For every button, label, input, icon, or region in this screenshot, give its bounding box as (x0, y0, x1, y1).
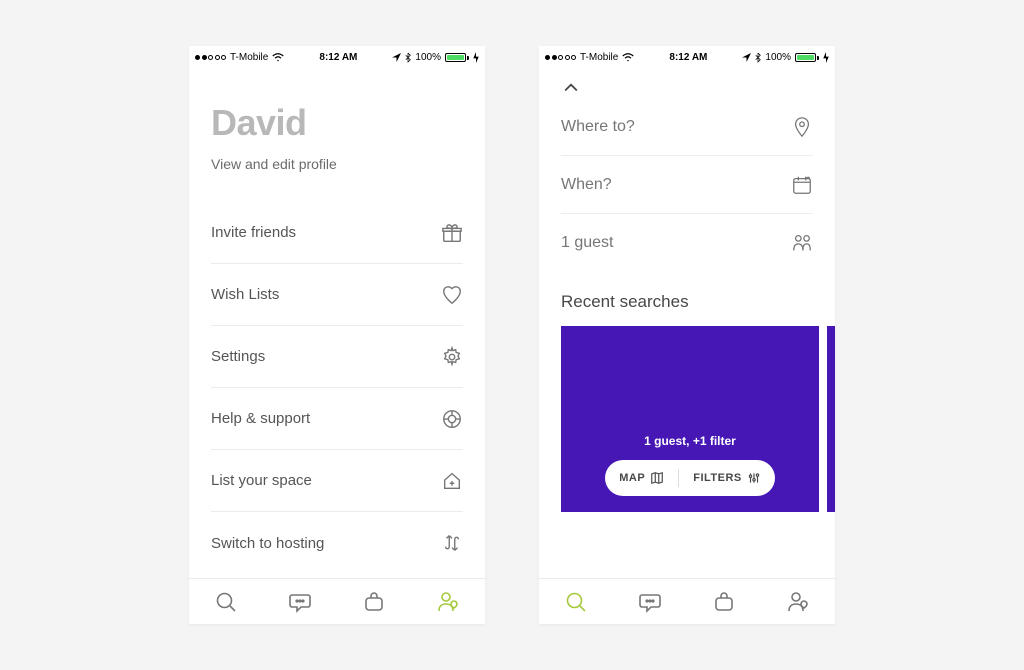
signal-dots-icon (545, 55, 576, 60)
signal-dots-icon (195, 55, 226, 60)
profile-icon (786, 590, 810, 614)
map-icon (650, 471, 664, 485)
search-when-row[interactable]: When? (561, 156, 813, 214)
menu-invite-friends[interactable]: Invite friends (211, 202, 463, 264)
recent-search-card[interactable]: 1 guest, +1 filter MAP FILTERS (561, 326, 819, 512)
chat-icon (638, 590, 662, 614)
menu-switch-hosting[interactable]: Switch to hosting (211, 512, 463, 574)
heart-icon (441, 284, 463, 306)
search-where-row[interactable]: Where to? (561, 98, 813, 156)
tab-explore[interactable] (214, 590, 238, 614)
recent-cards-strip[interactable]: 1 guest, +1 filter MAP FILTERS (539, 326, 835, 512)
menu-wish-lists[interactable]: Wish Lists (211, 264, 463, 326)
search-icon (214, 590, 238, 614)
status-bar: T-Mobile 8:12 AM 100% (189, 46, 485, 66)
wifi-icon (272, 53, 284, 62)
menu-label: Switch to hosting (211, 535, 324, 552)
battery-icon (795, 53, 819, 62)
battery-icon (445, 53, 469, 62)
house-plus-icon (441, 470, 463, 492)
status-bar: T-Mobile 8:12 AM 100% (539, 46, 835, 66)
menu-label: Settings (211, 348, 265, 365)
tab-profile[interactable] (786, 590, 810, 614)
carrier-label: T-Mobile (580, 52, 618, 63)
charging-icon (473, 52, 479, 63)
search-guests-row[interactable]: 1 guest (561, 214, 813, 272)
sliders-icon (747, 471, 761, 485)
tab-explore[interactable] (564, 590, 588, 614)
tab-inbox[interactable] (288, 590, 312, 614)
charging-icon (823, 52, 829, 63)
card-subtitle: 1 guest, +1 filter (644, 434, 736, 448)
gift-icon (441, 222, 463, 244)
tab-trips[interactable] (712, 590, 736, 614)
tab-inbox[interactable] (638, 590, 662, 614)
tab-profile[interactable] (436, 590, 460, 614)
tab-bar (539, 578, 835, 624)
map-label: MAP (619, 472, 645, 484)
search-icon (564, 590, 588, 614)
location-arrow-icon (392, 53, 401, 62)
phone-profile-screen: T-Mobile 8:12 AM 100% David View and edi… (189, 46, 485, 624)
profile-name: David (211, 102, 463, 144)
map-button[interactable]: MAP (605, 471, 678, 485)
guests-label: 1 guest (561, 234, 613, 252)
filters-label: FILTERS (693, 472, 742, 484)
profile-icon (436, 590, 460, 614)
help-icon (441, 408, 463, 430)
carrier-label: T-Mobile (230, 52, 268, 63)
menu-list-space[interactable]: List your space (211, 450, 463, 512)
bluetooth-icon (755, 52, 761, 63)
battery-pct: 100% (765, 52, 791, 63)
recent-search-card-peek[interactable] (827, 326, 835, 512)
menu-settings[interactable]: Settings (211, 326, 463, 388)
menu-help-support[interactable]: Help & support (211, 388, 463, 450)
wifi-icon (622, 53, 634, 62)
menu-label: List your space (211, 472, 312, 489)
edit-profile-link[interactable]: View and edit profile (211, 156, 463, 172)
when-label: When? (561, 176, 612, 194)
phone-search-screen: T-Mobile 8:12 AM 100% Where to? When? (539, 46, 835, 624)
tab-trips[interactable] (362, 590, 386, 614)
time-label: 8:12 AM (319, 52, 357, 63)
people-icon (791, 232, 813, 254)
filters-button[interactable]: FILTERS (679, 471, 775, 485)
calendar-icon (791, 174, 813, 196)
menu-label: Invite friends (211, 224, 296, 241)
location-arrow-icon (742, 53, 751, 62)
menu-label: Wish Lists (211, 286, 279, 303)
gear-icon (441, 346, 463, 368)
chevron-up-icon[interactable] (561, 78, 581, 98)
bag-icon (362, 590, 386, 614)
menu-label: Help & support (211, 410, 310, 427)
card-controls-pill: MAP FILTERS (605, 460, 774, 496)
bluetooth-icon (405, 52, 411, 63)
battery-pct: 100% (415, 52, 441, 63)
recent-searches-heading: Recent searches (539, 272, 835, 326)
where-label: Where to? (561, 118, 635, 136)
swap-icon (441, 532, 463, 554)
chat-icon (288, 590, 312, 614)
tab-bar (189, 578, 485, 624)
bag-icon (712, 590, 736, 614)
time-label: 8:12 AM (669, 52, 707, 63)
location-pin-icon (791, 116, 813, 138)
